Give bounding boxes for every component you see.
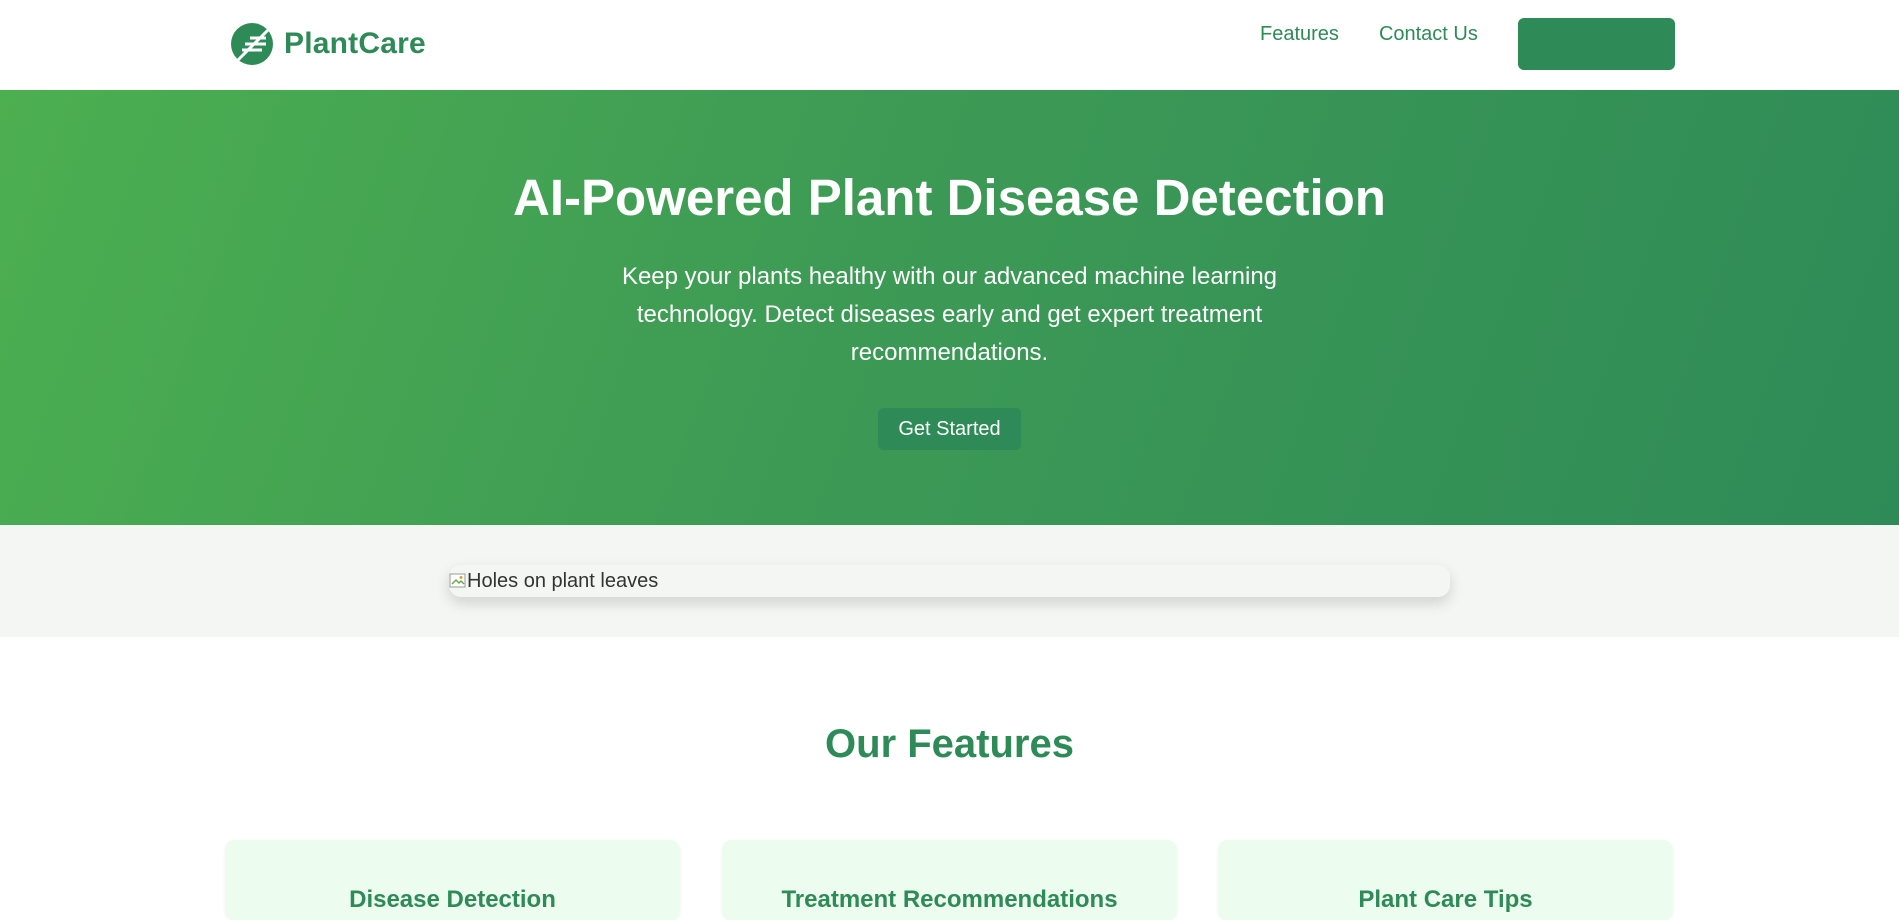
hero-section: AI-Powered Plant Disease Detection Keep …: [0, 90, 1899, 525]
feature-card-disease-detection: Disease Detection: [225, 840, 680, 920]
hero-subtitle: Keep your plants healthy with our advanc…: [621, 263, 1278, 366]
feature-card-title: Disease Detection: [349, 886, 556, 913]
hero-title: AI-Powered Plant Disease Detection: [513, 169, 1386, 226]
nav-link-features[interactable]: Features: [1260, 22, 1339, 46]
feature-card-title: Plant Care Tips: [1358, 886, 1533, 913]
broken-image-icon: [449, 573, 466, 588]
brand-name: PlantCare: [284, 27, 426, 60]
nav-link-contact[interactable]: Contact Us: [1379, 22, 1478, 46]
leaf-icon: [231, 23, 273, 65]
features-heading: Our Features: [825, 722, 1074, 766]
feature-card-care-tips: Plant Care Tips: [1218, 840, 1673, 920]
showcase-image: Holes on plant leaves: [449, 565, 1450, 597]
showcase-section: Holes on plant leaves: [0, 525, 1899, 637]
main-nav: Features Contact Us: [1260, 22, 1518, 46]
image-alt-text: Holes on plant leaves: [467, 570, 659, 592]
feature-card-treatment: Treatment Recommendations: [722, 840, 1177, 920]
feature-card-title: Treatment Recommendations: [781, 886, 1118, 913]
header-cta-button[interactable]: [1518, 18, 1675, 70]
brand-logo-link[interactable]: PlantCare: [230, 22, 426, 66]
site-header: PlantCare Features Contact Us: [0, 0, 1899, 90]
get-started-button[interactable]: Get Started: [878, 408, 1021, 450]
